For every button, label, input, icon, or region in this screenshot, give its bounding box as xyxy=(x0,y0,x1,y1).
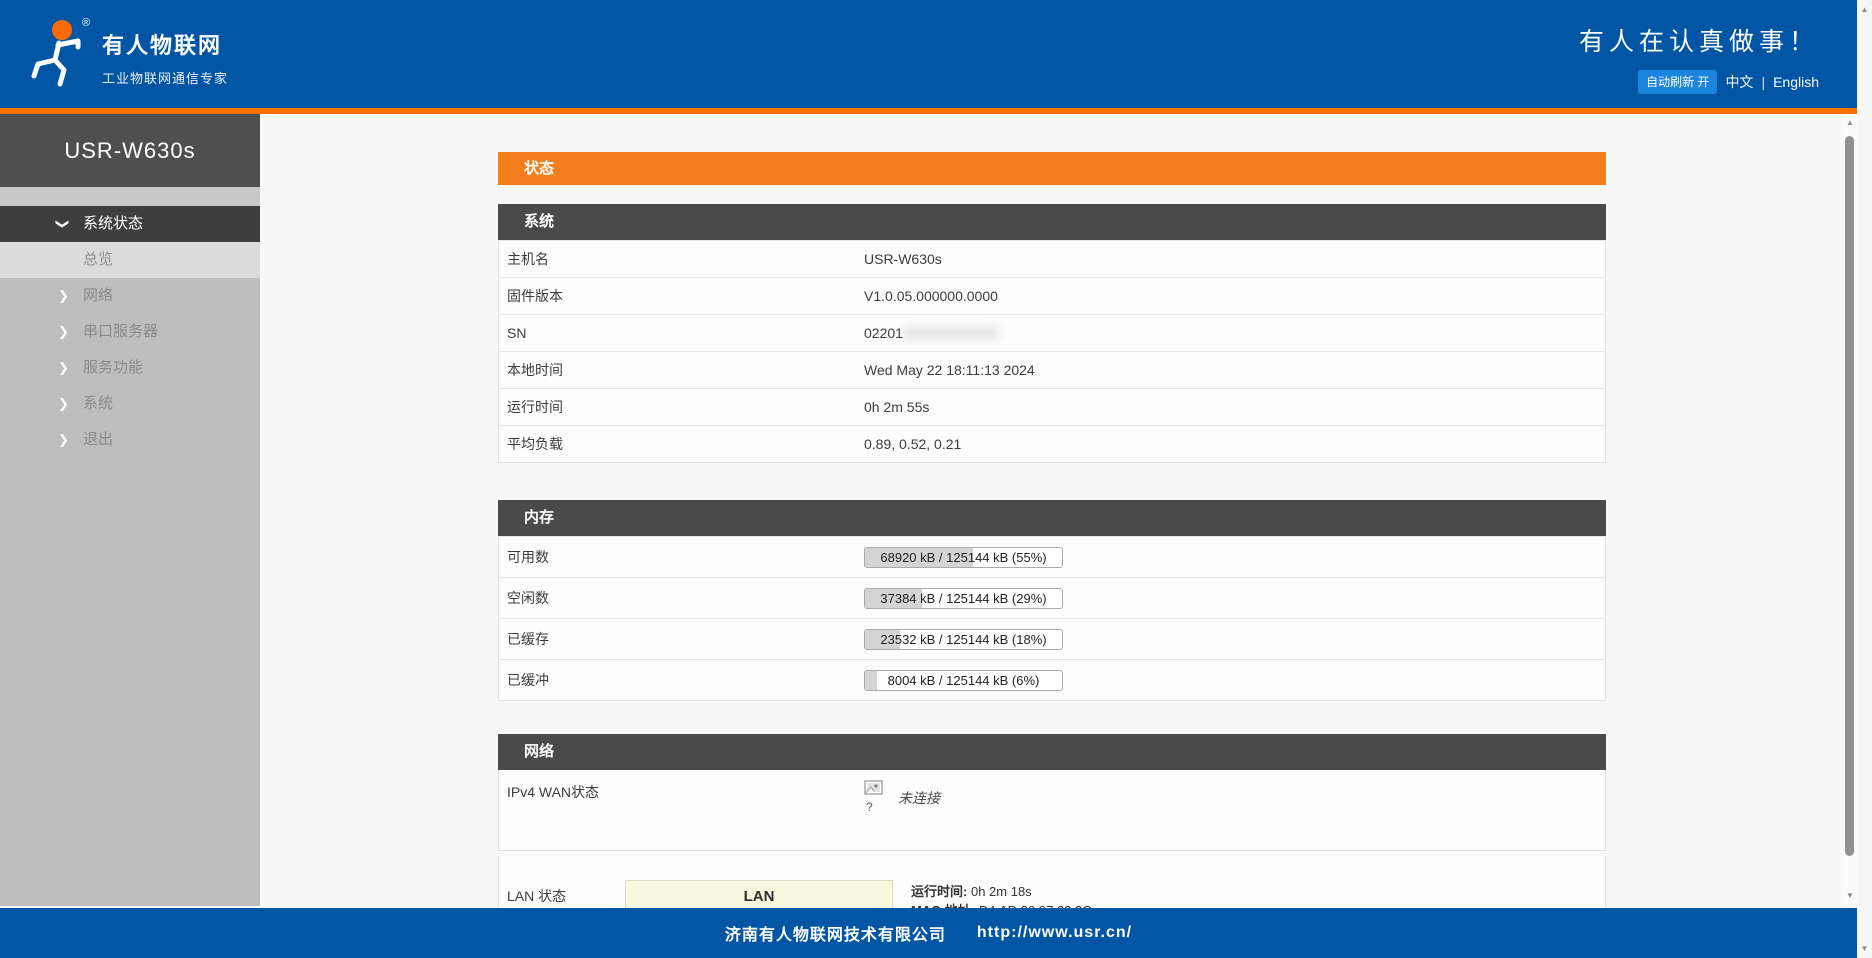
table-row: 运行时间 0h 2m 55s xyxy=(499,388,1605,425)
chevron-down-icon: ❯ xyxy=(55,218,71,230)
content-scrollbar[interactable]: ▲ ▼ xyxy=(1843,114,1857,906)
sidebar-item-network[interactable]: ❯ 网络 xyxy=(0,278,260,314)
footer-company: 济南有人物联网技术有限公司 xyxy=(724,927,946,944)
brand-tagline: 工业物联网通信专家 xyxy=(102,71,229,86)
memory-available-bar: 68920 kB / 125144 kB (55%) xyxy=(864,546,1063,568)
lan-uptime: 运行时间: 0h 2m 18s xyxy=(911,884,1032,899)
sidebar-item-overview[interactable]: 总览 xyxy=(0,242,260,278)
sidebar-nav: USR-W630s ❯ 系统状态 总览 ❯ 网络 ❯ 串口服务器 ❯ 服务功能 … xyxy=(0,114,260,906)
system-section: 系统 主机名 USR-W630s 固件版本 V1.0.05.000000.000… xyxy=(498,204,1606,463)
table-row: 主机名 USR-W630s xyxy=(499,240,1605,277)
table-row: 固件版本 V1.0.05.000000.0000 xyxy=(499,277,1605,314)
local-time-value: Wed May 22 18:11:13 2024 xyxy=(864,362,1035,378)
chevron-right-icon: ❯ xyxy=(58,288,69,303)
scrollbar-thumb[interactable] xyxy=(1845,136,1854,856)
table-row: 已缓存 23532 kB / 125144 kB (18%) xyxy=(499,618,1605,659)
top-header: ® 有人物联网 工业物联网通信专家 有人在认真做事！ 自动刷新 开 中文 | E… xyxy=(0,0,1857,108)
page-footer: 济南有人物联网技术有限公司 http://www.usr.cn/ xyxy=(0,908,1857,958)
image-fallback-question: ? xyxy=(866,800,873,814)
brand-block: 有人物联网 工业物联网通信专家 xyxy=(102,28,228,87)
sn-redacted: 00000000000 xyxy=(902,325,1000,341)
wan-status-label: IPv4 WAN状态 xyxy=(507,784,600,800)
scroll-down-icon[interactable]: ▼ xyxy=(1843,891,1857,900)
memory-section: 内存 可用数 68920 kB / 125144 kB (55%) 空闲数 37… xyxy=(498,500,1606,701)
memory-cached-bar: 23532 kB / 125144 kB (18%) xyxy=(864,628,1063,650)
network-section: 网络 IPv4 WAN状态 ? 未连接 xyxy=(498,734,1606,851)
sidebar-item-system[interactable]: ❯ 系统 xyxy=(0,386,260,422)
chevron-right-icon: ❯ xyxy=(58,324,69,339)
chevron-right-icon: ❯ xyxy=(58,360,69,375)
footer-url-link[interactable]: http://www.usr.cn/ xyxy=(977,924,1132,942)
table-row: 可用数 68920 kB / 125144 kB (55%) xyxy=(499,536,1605,577)
table-row: 空闲数 37384 kB / 125144 kB (29%) xyxy=(499,577,1605,618)
lang-switch-zh[interactable]: 中文 xyxy=(1725,72,1753,92)
system-section-title: 系统 xyxy=(498,204,1606,240)
memory-section-title: 内存 xyxy=(498,500,1606,536)
load-average-value: 0.89, 0.52, 0.21 xyxy=(864,436,962,452)
table-row: 平均负载 0.89, 0.52, 0.21 xyxy=(499,425,1605,462)
main-content: 状态 系统 主机名 USR-W630s 固件版本 V1.0.05.000000.… xyxy=(498,152,1606,958)
sidebar-item-logout[interactable]: ❯ 退出 xyxy=(0,422,260,458)
device-title: USR-W630s xyxy=(0,114,260,187)
broken-image-icon xyxy=(864,780,883,795)
sn-value: 0220100000000000 xyxy=(864,325,1000,341)
sidebar-item-system-status[interactable]: ❯ 系统状态 xyxy=(0,206,260,242)
uptime-value: 0h 2m 55s xyxy=(864,399,930,415)
scroll-down-icon[interactable]: ▼ xyxy=(1857,944,1872,953)
hostname-value: USR-W630s xyxy=(864,251,942,267)
sidebar-item-serial-server[interactable]: ❯ 串口服务器 xyxy=(0,314,260,350)
usr-logo-icon: ® xyxy=(26,14,96,92)
browser-scrollbar[interactable]: ▲ ▼ xyxy=(1857,0,1872,958)
brand-name: 有人物联网 xyxy=(102,33,223,58)
table-row: SN 0220100000000000 xyxy=(499,314,1605,351)
firmware-value: V1.0.05.000000.0000 xyxy=(864,288,998,304)
network-section-title: 网络 xyxy=(498,734,1606,770)
auto-refresh-toggle[interactable]: 自动刷新 开 xyxy=(1638,70,1718,94)
scroll-up-icon[interactable]: ▲ xyxy=(1857,5,1872,14)
wan-status-value: ? 未连接 xyxy=(864,770,940,850)
sidebar-separator xyxy=(0,187,260,206)
memory-buffered-bar: 8004 kB / 125144 kB (6%) xyxy=(864,669,1063,691)
accent-strip xyxy=(0,108,1857,114)
page-title: 状态 xyxy=(498,152,1606,185)
lang-switch-en[interactable]: English xyxy=(1773,74,1819,90)
scroll-up-icon[interactable]: ▲ xyxy=(1843,118,1857,127)
sidebar-item-services[interactable]: ❯ 服务功能 xyxy=(0,350,260,386)
chevron-right-icon: ❯ xyxy=(58,432,69,447)
table-row: 已缓冲 8004 kB / 125144 kB (6%) xyxy=(499,659,1605,700)
lang-divider: | xyxy=(1761,74,1766,90)
table-row: 本地时间 Wed May 22 18:11:13 2024 xyxy=(499,351,1605,388)
memory-free-bar: 37384 kB / 125144 kB (29%) xyxy=(864,587,1063,609)
registered-mark: ® xyxy=(82,17,90,29)
chevron-right-icon: ❯ xyxy=(58,396,69,411)
wan-disconnected-text: 未连接 xyxy=(898,790,940,806)
table-row: IPv4 WAN状态 ? 未连接 xyxy=(499,770,1605,850)
lan-status-label: LAN 状态 xyxy=(507,888,567,904)
header-slogan: 有人在认真做事！ xyxy=(1578,28,1819,56)
